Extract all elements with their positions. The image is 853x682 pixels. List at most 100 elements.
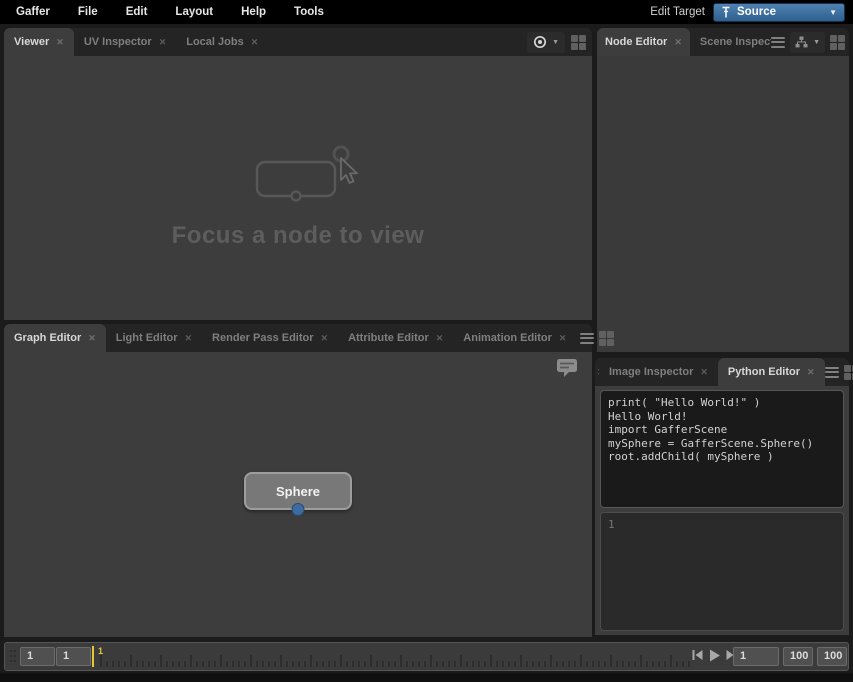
python-output-line: mySphere = GafferScene.Sphere() [608, 437, 836, 451]
tab-python-editor[interactable]: Python Editor ✕ [718, 358, 825, 386]
timeline-ruler-ticks [98, 643, 694, 670]
tab-menu-icon[interactable] [771, 37, 785, 48]
tab-animation-editor[interactable]: Animation Editor ✕ [453, 324, 576, 352]
tab-render-pass-editor[interactable]: Render Pass Editor ✕ [202, 324, 338, 352]
tab-label: Python Editor [728, 366, 800, 378]
focus-placeholder: Focus a node to view [4, 144, 592, 250]
timeline-playhead[interactable] [92, 646, 94, 667]
python-output-line: Hello World! [608, 410, 836, 424]
python-input-area[interactable]: 1 [600, 512, 844, 631]
hierarchy-icon [795, 36, 808, 48]
range-end-field[interactable]: 100 [817, 647, 847, 666]
node-editor-content[interactable] [597, 56, 849, 352]
viewer-tabbar: Viewer ✕ UV Inspector ✕ Local Jobs ✕ ▼ [4, 28, 592, 56]
close-tab-icon[interactable]: ✕ [185, 334, 193, 343]
tab-menu-icon[interactable] [825, 367, 839, 378]
tab-node-editor[interactable]: Node Editor ✕ [597, 28, 690, 56]
menu-item-tools[interactable]: Tools [282, 6, 336, 18]
graph-editor-content[interactable]: Sphere [4, 352, 592, 637]
node-graph-mode-button[interactable]: ▼ [790, 32, 825, 53]
viewer-placeholder-text: Focus a node to view [172, 222, 425, 250]
skip-to-start-button[interactable] [691, 648, 704, 662]
node-cursor-icon [233, 144, 363, 210]
tab-label: Graph Editor [14, 332, 81, 344]
node-editor-tabbar: Node Editor ✕ Scene Inspecto ▼ [597, 28, 849, 56]
python-editor-panel: ✕ Image Inspector ✕ Python Editor ✕ prin… [595, 358, 849, 635]
chevron-down-icon: ▼ [552, 39, 559, 46]
graph-editor-tabbar: Graph Editor ✕ Light Editor ✕ Render Pas… [4, 324, 592, 352]
timeline-bar: 1 1 1 1 100 100 [4, 642, 849, 671]
frame-value-field[interactable]: 1 [733, 647, 779, 666]
pin-icon [721, 6, 731, 19]
close-tab-icon[interactable]: ✕ [159, 38, 167, 47]
viewer-content[interactable]: Focus a node to view [4, 56, 592, 320]
tab-uv-inspector[interactable]: UV Inspector ✕ [74, 28, 176, 56]
tab-label: Attribute Editor [348, 332, 429, 344]
viewer-panel: Viewer ✕ UV Inspector ✕ Local Jobs ✕ ▼ [4, 28, 592, 320]
menu-item-file[interactable]: File [66, 6, 110, 18]
chevron-down-icon: ▼ [829, 8, 837, 17]
edit-target-dropdown[interactable]: Source ▼ [713, 3, 845, 22]
close-tab-icon[interactable]: ✕ [321, 334, 329, 343]
menu-item-help[interactable]: Help [229, 6, 278, 18]
playback-controls [691, 648, 738, 662]
tab-label: Render Pass Editor [212, 332, 313, 344]
menu-bar: Gaffer File Edit Layout Help Tools Edit … [0, 0, 853, 24]
tab-image-inspector[interactable]: Image Inspector ✕ [599, 358, 718, 386]
timeline-grip-handle[interactable] [10, 650, 16, 665]
tab-label: Viewer [14, 36, 49, 48]
tab-menu-icon[interactable] [580, 333, 594, 344]
tab-label: UV Inspector [84, 36, 152, 48]
close-tab-icon[interactable]: ✕ [436, 334, 444, 343]
tab-label: Local Jobs [186, 36, 243, 48]
menu-item-layout[interactable]: Layout [163, 6, 225, 18]
start-frame-field[interactable]: 1 [20, 647, 55, 666]
tab-scene-inspector[interactable]: Scene Inspecto [690, 28, 771, 56]
tab-label: Animation Editor [463, 332, 552, 344]
close-tab-icon[interactable]: ✕ [674, 38, 682, 47]
python-output-line: root.addChild( mySphere ) [608, 450, 836, 464]
tab-label: Scene Inspecto [700, 36, 771, 48]
python-editor-tabbar: ✕ Image Inspector ✕ Python Editor ✕ [595, 358, 849, 386]
python-editor-content: print( "Hello World!" )Hello World!impor… [595, 386, 849, 635]
python-output-line: print( "Hello World!" ) [608, 396, 836, 410]
menu-item-edit[interactable]: Edit [114, 6, 160, 18]
play-button[interactable] [708, 648, 721, 662]
layout-grid-icon[interactable] [844, 365, 853, 380]
close-tab-icon[interactable]: ✕ [88, 334, 96, 343]
close-tab-icon[interactable]: ✕ [700, 368, 708, 377]
window-bottom-strip [0, 673, 853, 682]
chevron-down-icon: ▼ [813, 39, 820, 46]
tab-viewer[interactable]: Viewer ✕ [4, 28, 74, 56]
tab-local-jobs[interactable]: Local Jobs ✕ [176, 28, 268, 56]
sphere-node[interactable]: Sphere [244, 472, 352, 510]
target-icon [533, 35, 547, 49]
skip-start-icon [692, 649, 703, 661]
layout-grid-icon[interactable] [599, 331, 614, 346]
tab-attribute-editor[interactable]: Attribute Editor ✕ [338, 324, 453, 352]
close-tab-icon[interactable]: ✕ [56, 38, 64, 47]
close-tab-icon[interactable]: ✕ [807, 368, 815, 377]
close-tab-icon[interactable]: ✕ [251, 38, 259, 47]
tab-graph-editor[interactable]: Graph Editor ✕ [4, 324, 106, 352]
annotation-bubble-icon[interactable] [556, 358, 578, 383]
layout-grid-icon[interactable] [830, 35, 845, 50]
menu-item-gaffer[interactable]: Gaffer [4, 6, 62, 18]
tab-label: Light Editor [116, 332, 178, 344]
sphere-node-output-plug[interactable] [292, 503, 305, 516]
close-tab-icon[interactable]: ✕ [559, 334, 567, 343]
end-frame-field[interactable]: 100 [783, 647, 813, 666]
tab-label: Image Inspector [609, 366, 693, 378]
focus-target-button[interactable]: ▼ [527, 32, 565, 53]
line-number: 1 [608, 518, 615, 531]
tab-label: Node Editor [605, 36, 667, 48]
python-output-line: import GafferScene [608, 423, 836, 437]
edit-target-value: Source [737, 6, 776, 18]
node-editor-panel: Node Editor ✕ Scene Inspecto ▼ [597, 28, 849, 352]
timeline-ruler[interactable]: 1 [98, 643, 694, 670]
graph-editor-panel: Graph Editor ✕ Light Editor ✕ Render Pas… [4, 324, 592, 637]
current-frame-field[interactable]: 1 [56, 647, 91, 666]
layout-grid-icon[interactable] [571, 35, 586, 50]
tab-light-editor[interactable]: Light Editor ✕ [106, 324, 202, 352]
play-icon [709, 649, 721, 662]
